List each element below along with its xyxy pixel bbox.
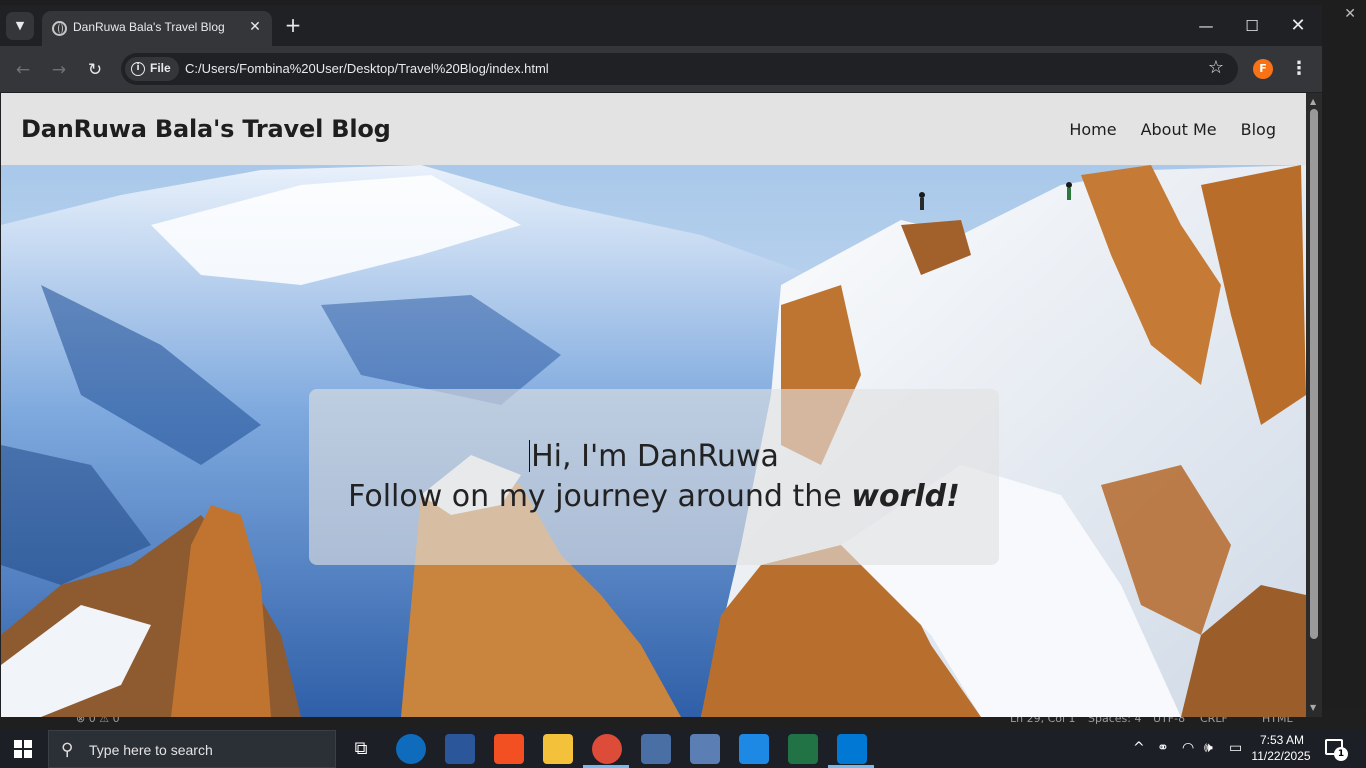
store-icon[interactable] <box>494 734 524 764</box>
security-label: File <box>150 61 171 75</box>
tab-search-chevron-icon[interactable]: ▼ <box>6 12 34 40</box>
task-view-icon[interactable]: ⧉ <box>346 734 376 764</box>
calendar-icon[interactable] <box>739 734 769 764</box>
taskbar-search-box[interactable]: ⚲ Type here to search <box>48 730 336 768</box>
close-window-icon[interactable]: ✕ <box>1275 11 1321 41</box>
network-device-icon[interactable]: ⚭ <box>1157 740 1169 756</box>
notification-count-badge: 1 <box>1334 747 1348 761</box>
hero-intro-card: Hi, I'm DanRuwa Follow on my journey aro… <box>309 389 999 565</box>
tab-close-icon[interactable]: ✕ <box>246 18 264 36</box>
search-placeholder: Type here to search <box>89 742 213 758</box>
info-icon: i <box>131 62 145 76</box>
back-arrow-icon[interactable]: ← <box>10 57 36 83</box>
calculator-icon[interactable] <box>641 734 671 764</box>
site-title[interactable]: DanRuwa Bala's Travel Blog <box>21 115 391 143</box>
forward-arrow-icon[interactable]: → <box>46 57 72 83</box>
tab-active[interactable]: DanRuwa Bala's Travel Blog ✕ <box>42 11 272 46</box>
address-bar[interactable]: i File C:/Users/Fombina%20User/Desktop/T… <box>121 53 1238 85</box>
new-tab-plus-icon[interactable]: + <box>282 14 304 36</box>
hero-tagline-prefix: Follow on my journey around the <box>348 479 852 514</box>
hero-tagline-emphasis: world! <box>851 479 960 514</box>
tab-title: DanRuwa Bala's Travel Blog <box>73 20 225 34</box>
show-hidden-icons-icon[interactable]: ^ <box>1133 740 1145 756</box>
page-scrollbar[interactable]: ▲ ▼ <box>1306 93 1322 717</box>
volume-icon[interactable]: 🕪 <box>1204 740 1213 756</box>
climber-1-body <box>920 198 924 210</box>
hero-greeting: Hi, I'm DanRuwa <box>309 439 999 474</box>
text-cursor <box>529 440 531 472</box>
globe-icon <box>52 21 67 36</box>
hero-section: Hi, I'm DanRuwa Follow on my journey aro… <box>1 165 1306 717</box>
vscode-icon[interactable] <box>837 734 867 764</box>
url-text[interactable]: C:/Users/Fombina%20User/Desktop/Travel%2… <box>185 61 549 76</box>
battery-icon[interactable]: ▭ <box>1229 740 1242 756</box>
climber-2 <box>1066 182 1072 188</box>
browser-toolbar: ← → ↻ i File C:/Users/Fombina%20User/Des… <box>0 46 1322 92</box>
scroll-down-arrow-icon[interactable]: ▼ <box>1310 703 1316 712</box>
reload-icon[interactable]: ↻ <box>82 57 108 83</box>
file-explorer-icon[interactable] <box>543 734 573 764</box>
hero-tagline: Follow on my journey around the world! <box>309 479 999 514</box>
bookmark-star-icon[interactable]: ☆ <box>1208 57 1224 78</box>
maximize-icon[interactable]: ☐ <box>1229 11 1275 41</box>
page-viewport: DanRuwa Bala's Travel Blog Home About Me… <box>1 93 1306 717</box>
background-close-icon[interactable]: ✕ <box>1344 6 1356 22</box>
nav-link-about[interactable]: About Me <box>1141 120 1217 139</box>
windows-taskbar: ⚲ Type here to search ⧉ ^ ⚭ ◠ 🕪 ▭ 7:53 A… <box>0 730 1366 768</box>
word-icon[interactable] <box>445 734 475 764</box>
site-navbar: DanRuwa Bala's Travel Blog Home About Me… <box>1 93 1306 165</box>
nav-link-blog[interactable]: Blog <box>1241 120 1276 139</box>
hero-greeting-text: Hi, I'm DanRuwa <box>531 439 779 474</box>
climber-1 <box>919 192 925 198</box>
site-nav-links: Home About Me Blog <box>1069 120 1276 139</box>
site-info-chip[interactable]: i File <box>125 57 179 81</box>
chrome-icon[interactable] <box>592 734 622 764</box>
windows-start-icon[interactable] <box>14 740 32 758</box>
menu-kebab-icon[interactable]: ⋮ <box>1290 57 1308 81</box>
minimize-icon[interactable]: — <box>1183 11 1229 41</box>
clock-date[interactable]: 11/22/2025 <box>1250 749 1312 763</box>
scroll-up-arrow-icon[interactable]: ▲ <box>1310 97 1316 106</box>
browser-window: ▼ DanRuwa Bala's Travel Blog ✕ + — ☐ ✕ ←… <box>0 5 1322 717</box>
paint-icon[interactable] <box>690 734 720 764</box>
search-icon: ⚲ <box>61 740 74 760</box>
climber-2-body <box>1067 188 1071 200</box>
scroll-thumb[interactable] <box>1310 109 1318 639</box>
profile-avatar[interactable]: F <box>1253 59 1273 79</box>
wifi-icon[interactable]: ◠ <box>1182 740 1194 756</box>
nav-link-home[interactable]: Home <box>1069 120 1116 139</box>
excel-icon[interactable] <box>788 734 818 764</box>
browser-app-icon[interactable] <box>396 734 426 764</box>
clock-time[interactable]: 7:53 AM <box>1257 733 1307 747</box>
tab-strip: ▼ DanRuwa Bala's Travel Blog ✕ + — ☐ ✕ <box>0 5 1322 46</box>
